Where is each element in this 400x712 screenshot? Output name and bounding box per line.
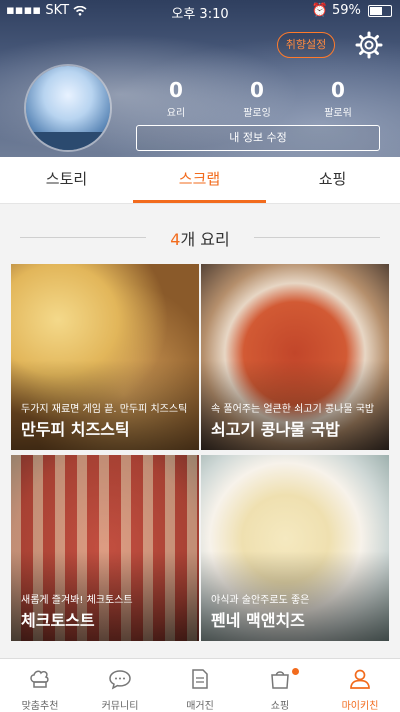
recipe-title: 만두피 치즈스틱	[21, 420, 130, 439]
edit-profile-button[interactable]: 내 정보 수정	[136, 125, 380, 151]
tab-scrap[interactable]: 스크랩	[133, 157, 266, 203]
nav-my-kitchen[interactable]: 마이키친	[320, 659, 400, 712]
recipe-title: 체크토스트	[21, 611, 95, 630]
nav-shopping[interactable]: 쇼핑	[240, 659, 320, 712]
stat-label: 팔로잉	[243, 108, 271, 119]
status-right: ⏰ 59%	[312, 3, 392, 18]
stat-value: 0	[331, 78, 345, 102]
recipe-subtitle: 속 풀어주는 얼큰한 쇠고기 콩나물 국밥	[211, 404, 375, 415]
preference-button[interactable]: 취향설정	[277, 32, 335, 58]
battery-percent: 59%	[331, 3, 361, 18]
stat-recipes[interactable]: 0 요리	[136, 78, 216, 119]
stat-value: 0	[169, 78, 183, 102]
status-bar: ▪▪▪▪ SKT 오후 3:10 ⏰ 59%	[0, 0, 400, 22]
document-icon	[192, 669, 208, 689]
scrap-count-row: 4개 요리	[0, 215, 400, 259]
tab-story[interactable]: 스토리	[0, 157, 133, 203]
nav-recommend[interactable]: 맞춤추천	[0, 659, 80, 712]
nav-label: 커뮤니티	[101, 701, 139, 712]
person-icon	[350, 669, 370, 689]
scrap-count: 4개 요리	[0, 226, 400, 250]
recipe-card[interactable]: 두가지 재료면 게임 끝. 만두피 치즈스틱 만두피 치즈스틱	[11, 264, 199, 450]
nav-magazine[interactable]: 매거진	[160, 659, 240, 712]
stat-following[interactable]: 0 팔로잉	[217, 78, 297, 119]
nav-label: 마이키친	[341, 701, 379, 712]
active-tab-indicator	[133, 200, 266, 203]
recipe-title: 펜네 맥앤치즈	[211, 611, 305, 630]
recipe-card[interactable]: 새롭게 즐겨봐! 체크토스트 체크토스트	[11, 455, 199, 641]
chat-bubble-icon	[109, 670, 131, 690]
nav-label: 쇼핑	[270, 701, 290, 712]
recipe-card[interactable]: 야식과 술안주로도 좋은 펜네 맥앤치즈	[201, 455, 389, 641]
scrap-count-number: 4	[170, 230, 181, 249]
shopping-bag-icon	[271, 671, 289, 689]
stat-followers[interactable]: 0 팔로워	[298, 78, 378, 119]
tab-bar: 스토리 스크랩 쇼핑	[0, 157, 400, 204]
avatar[interactable]	[26, 66, 110, 150]
stat-label: 요리	[166, 108, 186, 119]
stat-label: 팔로워	[324, 108, 352, 119]
tab-shopping[interactable]: 쇼핑	[266, 157, 399, 203]
alarm-icon: ⏰	[311, 3, 328, 18]
nav-community[interactable]: 커뮤니티	[80, 659, 160, 712]
notification-dot	[292, 668, 299, 675]
nav-label: 매거진	[186, 701, 214, 712]
recipe-card[interactable]: 속 풀어주는 얼큰한 쇠고기 콩나물 국밥 쇠고기 콩나물 국밥	[201, 264, 389, 450]
scrap-count-suffix: 개 요리	[180, 230, 230, 249]
bottom-navigation: 맞춤추천 커뮤니티 매거진 쇼핑 마이키친	[0, 658, 400, 712]
recipe-subtitle: 야식과 술안주로도 좋은	[211, 595, 310, 606]
nav-label: 맞춤추천	[21, 701, 59, 712]
profile-header: ▪▪▪▪ SKT 오후 3:10 ⏰ 59% 취향설정 0 요리 0 팔로잉 0…	[0, 0, 400, 157]
gear-icon[interactable]	[354, 30, 384, 60]
recipe-subtitle: 새롭게 즐겨봐! 체크토스트	[21, 595, 133, 606]
recipe-subtitle: 두가지 재료면 게임 끝. 만두피 치즈스틱	[21, 404, 188, 415]
stat-value: 0	[250, 78, 264, 102]
battery-icon	[368, 4, 392, 17]
recipe-title: 쇠고기 콩나물 국밥	[211, 420, 340, 439]
chef-hat-icon	[30, 670, 49, 688]
